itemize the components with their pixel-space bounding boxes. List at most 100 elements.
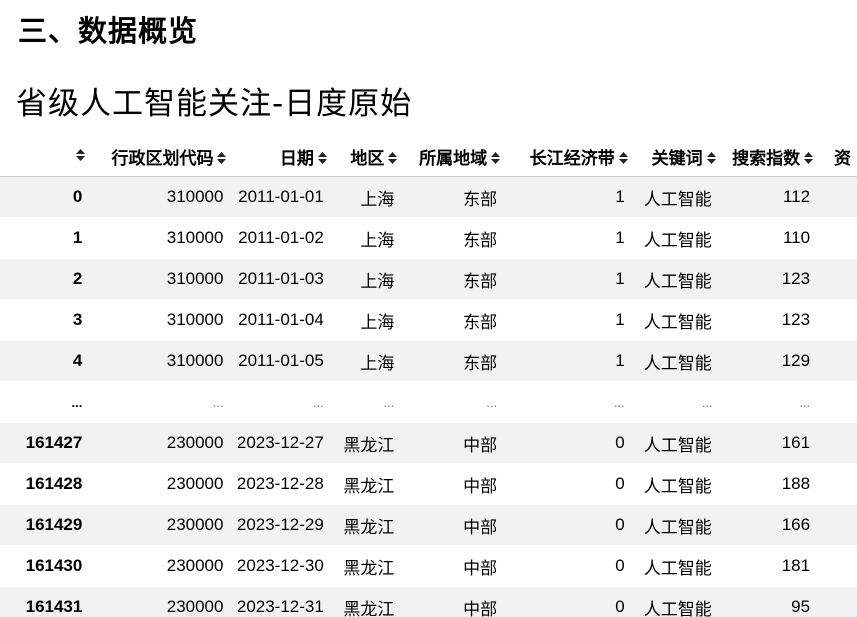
column-header-label: 行政区划代码 bbox=[111, 148, 214, 168]
cell-area: 东部 bbox=[403, 299, 507, 341]
cell-search-index: ... bbox=[721, 381, 820, 423]
cell-region: 黑龙江 bbox=[332, 586, 404, 617]
cell-area: 东部 bbox=[403, 258, 507, 300]
column-header-keyword[interactable]: 关键词 bbox=[633, 136, 722, 177]
cell-keyword: 人工智能 bbox=[633, 299, 722, 341]
row-index: 161430 bbox=[0, 545, 92, 587]
column-header-date[interactable]: 日期 bbox=[232, 136, 333, 177]
cell-region-code: 230000 bbox=[91, 586, 233, 617]
cell-date: 2023-12-28 bbox=[232, 463, 333, 505]
row-index: 0 bbox=[0, 176, 92, 218]
row-index: 4 bbox=[0, 340, 92, 382]
cell-extra bbox=[819, 422, 857, 464]
table-row: 161428 230000 2023-12-28 黑龙江 中部 0 人工智能 188 bbox=[0, 463, 857, 505]
cell-search-index: 112 bbox=[721, 176, 820, 218]
sort-updown-icon[interactable] bbox=[388, 151, 398, 167]
column-header-region[interactable]: 地区 bbox=[332, 136, 404, 177]
column-header-label: 地区 bbox=[350, 148, 385, 168]
cell-date: 2023-12-31 bbox=[232, 586, 333, 617]
cell-date: 2011-01-02 bbox=[232, 217, 333, 259]
table-row: 4 310000 2011-01-05 上海 东部 1 人工智能 129 bbox=[0, 340, 857, 382]
cell-date: 2011-01-05 bbox=[232, 340, 333, 382]
cell-area: 东部 bbox=[403, 340, 507, 382]
row-index: 161428 bbox=[0, 463, 92, 505]
table-row: 161427 230000 2023-12-27 黑龙江 中部 0 人工智能 161 bbox=[0, 422, 857, 464]
column-header-label: 关键词 bbox=[651, 148, 703, 168]
column-header-label: 所属地域 bbox=[419, 148, 488, 168]
cell-keyword: 人工智能 bbox=[633, 176, 722, 218]
column-header-yangtze-belt[interactable]: 长江经济带 bbox=[506, 136, 634, 177]
cell-yangtze-belt: 0 bbox=[506, 545, 634, 587]
column-header-extra[interactable]: 资 bbox=[819, 136, 857, 177]
row-index: 161429 bbox=[0, 504, 92, 546]
cell-yangtze-belt: 0 bbox=[506, 422, 634, 464]
cell-region: 黑龙江 bbox=[332, 422, 404, 464]
sort-updown-icon[interactable] bbox=[706, 151, 716, 167]
sort-updown-icon[interactable] bbox=[217, 151, 227, 167]
cell-search-index: 123 bbox=[721, 258, 820, 300]
cell-search-index: 129 bbox=[721, 340, 820, 382]
cell-date: 2011-01-04 bbox=[232, 299, 333, 341]
cell-yangtze-belt: 1 bbox=[506, 340, 634, 382]
sort-updown-icon[interactable] bbox=[317, 151, 327, 167]
cell-extra bbox=[819, 176, 857, 218]
cell-region-code: 230000 bbox=[91, 504, 233, 546]
cell-extra bbox=[819, 586, 857, 617]
cell-yangtze-belt: 1 bbox=[506, 258, 634, 300]
cell-area: 中部 bbox=[403, 422, 507, 464]
cell-keyword: ... bbox=[633, 381, 722, 423]
dataframe-table-container[interactable]: 行政区划代码 日期 地区 所属地域 长江经济带 关键词 搜索指数资 0 310000 2011-… bbox=[0, 136, 857, 617]
table-header-row: 行政区划代码 日期 地区 所属地域 长江经济带 关键词 搜索指数 资 bbox=[0, 136, 857, 177]
cell-area: ... bbox=[403, 381, 507, 423]
table-row: 3 310000 2011-01-04 上海 东部 1 人工智能 123 bbox=[0, 299, 857, 341]
cell-region-code: 230000 bbox=[91, 422, 233, 464]
table-row: 2 310000 2011-01-03 上海 东部 1 人工智能 123 bbox=[0, 258, 857, 300]
dataframe-table: 行政区划代码 日期 地区 所属地域 长江经济带 关键词 搜索指数资 0 310000 2011-… bbox=[0, 136, 857, 617]
row-index: 3 bbox=[0, 299, 92, 341]
cell-area: 中部 bbox=[403, 463, 507, 505]
row-index: ... bbox=[0, 381, 92, 423]
column-header-search-index[interactable]: 搜索指数 bbox=[721, 136, 820, 177]
table-row: 1 310000 2011-01-02 上海 东部 1 人工智能 110 bbox=[0, 217, 857, 259]
cell-extra bbox=[819, 340, 857, 382]
sort-updown-icon[interactable] bbox=[618, 151, 628, 167]
cell-extra bbox=[819, 381, 857, 423]
section-title: 三、数据概览 bbox=[18, 14, 199, 48]
cell-keyword: 人工智能 bbox=[633, 545, 722, 587]
cell-region-code: 310000 bbox=[91, 176, 233, 218]
cell-date: ... bbox=[232, 381, 333, 423]
cell-region: 上海 bbox=[332, 258, 404, 300]
sort-updown-icon[interactable] bbox=[76, 149, 86, 164]
table-row: 161430 230000 2023-12-30 黑龙江 中部 0 人工智能 181 bbox=[0, 545, 857, 587]
cell-keyword: 人工智能 bbox=[633, 504, 722, 546]
table-row: 161429 230000 2023-12-29 黑龙江 中部 0 人工智能 166 bbox=[0, 504, 857, 546]
cell-region: ... bbox=[332, 381, 404, 423]
column-header-area[interactable]: 所属地域 bbox=[403, 136, 507, 177]
row-index: 161427 bbox=[0, 422, 92, 464]
cell-yangtze-belt: 1 bbox=[506, 176, 634, 218]
cell-extra bbox=[819, 545, 857, 587]
cell-extra bbox=[819, 299, 857, 341]
cell-search-index: 166 bbox=[721, 504, 820, 546]
cell-date: 2023-12-27 bbox=[232, 422, 333, 464]
column-header-region-code[interactable]: 行政区划代码 bbox=[91, 136, 233, 177]
cell-search-index: 95 bbox=[721, 586, 820, 617]
cell-date: 2011-01-01 bbox=[232, 176, 333, 218]
column-header-index[interactable] bbox=[0, 136, 92, 177]
column-header-label: 资 bbox=[834, 148, 851, 168]
table-row: 161431 230000 2023-12-31 黑龙江 中部 0 人工智能 95 bbox=[0, 586, 857, 617]
sort-updown-icon[interactable] bbox=[491, 151, 501, 167]
cell-region-code: 310000 bbox=[91, 299, 233, 341]
table-row: 0 310000 2011-01-01 上海 东部 1 人工智能 112 bbox=[0, 176, 857, 218]
cell-search-index: 181 bbox=[721, 545, 820, 587]
cell-area: 东部 bbox=[403, 217, 507, 259]
cell-date: 2011-01-03 bbox=[232, 258, 333, 300]
row-index: 1 bbox=[0, 217, 92, 259]
cell-area: 东部 bbox=[403, 176, 507, 218]
sort-updown-icon[interactable] bbox=[804, 151, 814, 167]
cell-yangtze-belt: 1 bbox=[506, 299, 634, 341]
cell-yangtze-belt: 0 bbox=[506, 463, 634, 505]
cell-region: 黑龙江 bbox=[332, 504, 404, 546]
cell-keyword: 人工智能 bbox=[633, 586, 722, 617]
cell-area: 中部 bbox=[403, 504, 507, 546]
